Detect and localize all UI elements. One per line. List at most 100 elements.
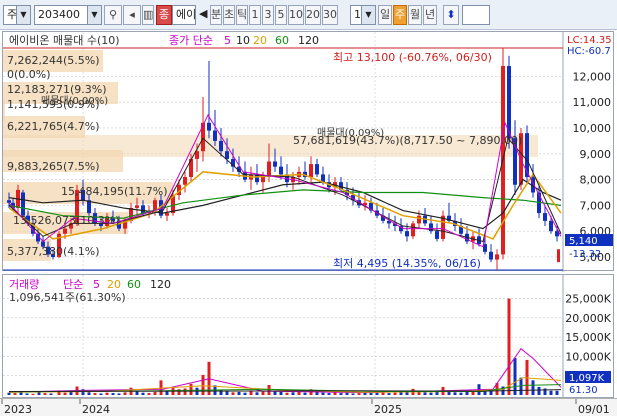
candle-body xyxy=(507,66,511,139)
candle-body xyxy=(489,251,493,260)
volume-bar xyxy=(429,392,433,395)
speaker-icon[interactable]: ◂ xyxy=(123,5,141,25)
current-price: 5,140 xyxy=(569,236,598,247)
chevron-down-icon[interactable]: ▼ xyxy=(361,6,375,24)
ma-legend-5: 5 xyxy=(224,34,231,47)
candle-body xyxy=(207,122,211,131)
candle-body xyxy=(201,122,205,152)
volume-bar xyxy=(423,392,427,395)
volume-bar xyxy=(219,389,223,395)
period-button-3[interactable]: 3 xyxy=(262,5,274,25)
period-button-틱[interactable]: 틱 xyxy=(236,5,248,25)
volume-bar xyxy=(321,392,325,395)
y-tick-label: 8,000 xyxy=(580,174,612,187)
volume-chart-panel[interactable]: 25,000K20,000K15,000K10,000K5,000K거래량단순5… xyxy=(2,274,615,399)
candle-body xyxy=(165,213,169,216)
volume-bar xyxy=(261,391,265,395)
price-chart[interactable]: 12,00011,00010,0009,0008,0007,0006,0005,… xyxy=(3,32,615,272)
volume-bar xyxy=(327,393,331,395)
volume-bar xyxy=(459,392,463,395)
volume-bar xyxy=(285,392,289,395)
candle-body xyxy=(7,200,11,203)
toolbar: 주 ▼ 203400 ▼ ⚲ ◂ ▥ 종 에이 ◀ 분 초 틱 1 3 5 10 20 30 1… xyxy=(0,0,617,30)
day-button-월[interactable]: 월 xyxy=(408,5,422,25)
vol-ma-legend-60: 60 xyxy=(127,278,141,291)
volume-bar xyxy=(13,393,17,395)
vol-ma-legend-5: 5 xyxy=(93,278,100,291)
chevron-down-icon[interactable]: ▼ xyxy=(16,6,30,24)
candle-body xyxy=(183,176,187,185)
period-button-30[interactable]: 30 xyxy=(322,5,338,25)
volume-bar xyxy=(537,386,541,395)
y-tick-label: 15,000K xyxy=(565,331,611,344)
updown-icon[interactable]: ⬍ xyxy=(443,5,459,25)
candle-body xyxy=(417,215,421,224)
period-button-5[interactable]: 5 xyxy=(275,5,287,25)
period-button-분[interactable]: 분 xyxy=(210,5,222,25)
period-button-초[interactable]: 초 xyxy=(223,5,235,25)
date-field[interactable] xyxy=(462,5,490,25)
price-chart-panel[interactable]: 12,000 11,000 10,000 9,000 8,000 7,000 6,000 5,… xyxy=(2,31,615,272)
volume-bar xyxy=(531,380,535,395)
volume-bar xyxy=(237,391,241,395)
candle-body xyxy=(141,205,145,214)
period-button-10[interactable]: 10 xyxy=(288,5,304,25)
day-button-년[interactable]: 년 xyxy=(423,5,437,25)
volume-bar xyxy=(153,391,157,395)
current-change: -13.32 xyxy=(569,249,601,260)
x-axis: 2023 2024 2025 09/01 xyxy=(0,398,617,416)
stock-name-field[interactable]: 에이 xyxy=(172,5,196,25)
low-label: 최저 4,495 (14.35%, 06/16) xyxy=(333,257,481,270)
volume-bar xyxy=(141,392,145,395)
volume-chart[interactable]: 25,000K20,000K15,000K10,000K5,000K거래량단순5… xyxy=(3,275,615,399)
candle-body xyxy=(309,164,313,177)
vol-ma-legend-20: 20 xyxy=(107,278,121,291)
volume-profile-label: 13,526,073(10.3%) xyxy=(13,214,120,227)
volume-bar xyxy=(351,393,355,395)
name-type-button[interactable]: 종 xyxy=(156,5,172,25)
volume-profile-label: 9,883,265(7.5%) xyxy=(7,160,100,173)
prev-arrow-icon[interactable]: ◀ xyxy=(199,5,209,25)
candle-body xyxy=(495,254,499,260)
candle-body xyxy=(267,161,271,177)
code-input[interactable]: 203400 ▼ xyxy=(34,5,102,25)
chevron-down-icon[interactable]: ▼ xyxy=(87,6,101,24)
x-tick-label: 2025 xyxy=(374,403,402,416)
hc-label: HC:-60.7 xyxy=(567,46,611,57)
volume-bar xyxy=(513,357,517,395)
volume-bar xyxy=(225,391,229,395)
volume-profile-label: 12,183,271(9.3%) xyxy=(7,83,107,96)
volume-bar xyxy=(37,392,41,395)
volume-profile-label: 0(0.0%) xyxy=(7,68,51,81)
volume-bar xyxy=(49,393,53,395)
current-volume: 1,097K xyxy=(569,373,605,384)
y-tick-label: 7,000 xyxy=(580,199,612,212)
volume-bar xyxy=(111,393,115,395)
volume-bar xyxy=(339,393,343,395)
volume-profile-label: 15,484,195(11.7%) xyxy=(61,185,168,198)
current-volume-pct: 61.30 xyxy=(569,385,598,396)
search-icon[interactable]: ⚲ xyxy=(104,5,122,25)
period-button-1[interactable]: 1 xyxy=(249,5,261,25)
chart-icon[interactable]: ▥ xyxy=(142,5,154,25)
volume-profile-label-zero: 매물대(0.00%) xyxy=(41,95,108,107)
candle-body xyxy=(435,231,439,239)
volume-bar xyxy=(231,392,235,395)
volume-bar xyxy=(483,391,487,395)
interval-combo[interactable]: 1 ▼ xyxy=(350,5,376,25)
x-tick-label: 09/01 xyxy=(578,403,610,416)
volume-bar xyxy=(357,393,361,395)
vol-ma-header: 단순 xyxy=(63,278,83,291)
volume-bar xyxy=(393,392,397,395)
day-button-일[interactable]: 일 xyxy=(378,5,392,25)
ma-legend-60: 60 xyxy=(275,34,289,47)
candle-body xyxy=(219,140,223,152)
y-tick-label: 9,000 xyxy=(580,148,612,161)
volume-profile-label: 6,221,765(4.7%) xyxy=(7,120,100,133)
volume-bar xyxy=(507,298,511,395)
ma-legend-10: 10 xyxy=(236,34,250,47)
volume-bar xyxy=(267,384,271,395)
market-combo[interactable]: 주 ▼ xyxy=(3,5,31,25)
day-button-주[interactable]: 주 xyxy=(393,5,407,25)
period-button-20[interactable]: 20 xyxy=(305,5,321,25)
